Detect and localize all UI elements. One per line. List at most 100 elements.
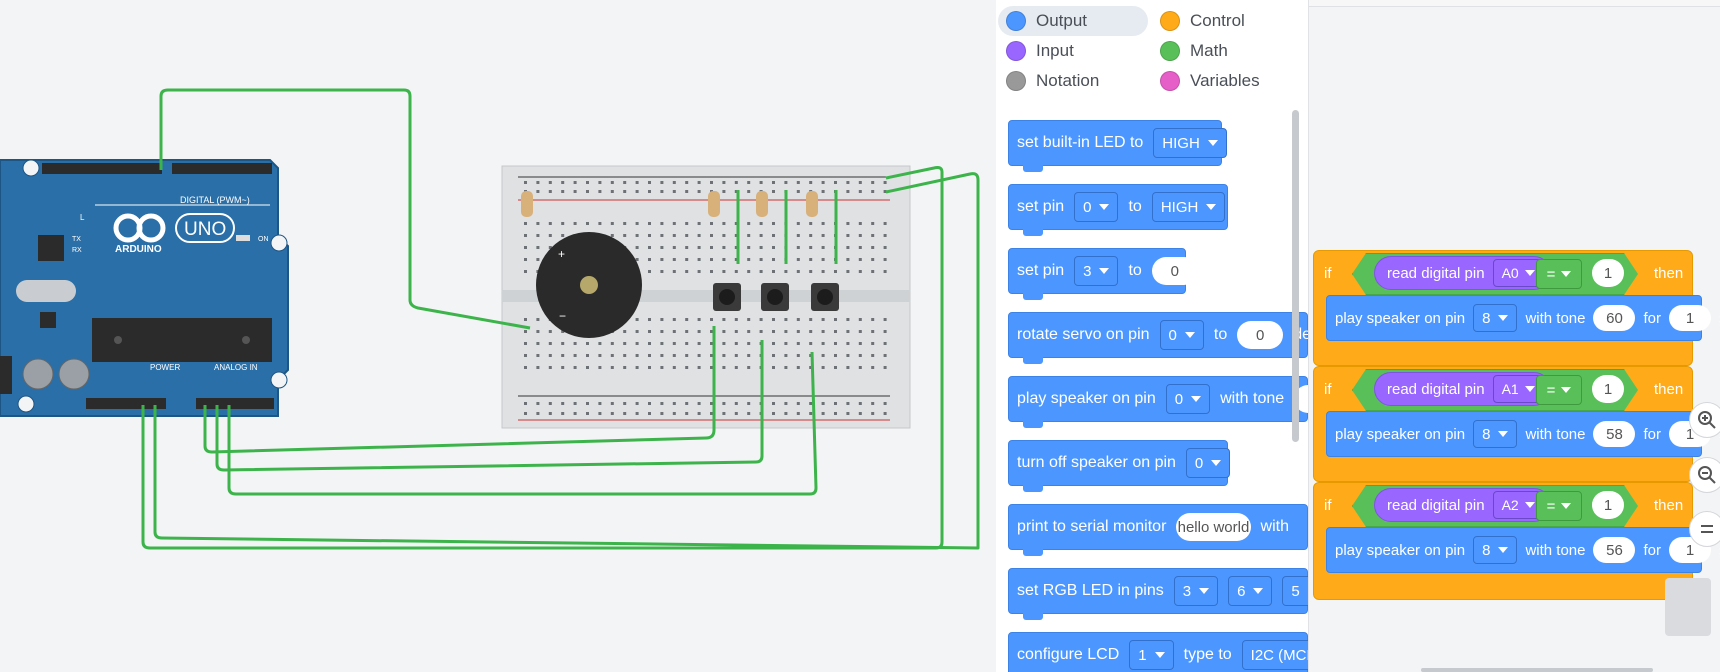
category-input[interactable]: Input (998, 36, 1148, 66)
workspace-scrollbar[interactable] (1421, 668, 1653, 672)
block-print-serial[interactable]: print to serial monitor hello world with (1008, 504, 1308, 556)
zoom-fit-button[interactable] (1689, 511, 1720, 547)
operator-dropdown[interactable]: = (1536, 491, 1582, 521)
block-text: with tone (1220, 390, 1285, 407)
message-input[interactable]: hello world (1176, 513, 1251, 541)
block-play-speaker[interactable]: play speaker on pin 0 with tone 6 (1008, 376, 1308, 428)
compare-value-input[interactable]: 1 (1592, 491, 1624, 519)
if-block[interactable]: if read digital pin A1 = 1 then play spe… (1313, 366, 1720, 482)
zoom-out-button[interactable] (1689, 457, 1720, 493)
level-dropdown[interactable]: HIGH (1153, 128, 1227, 158)
block-set-pin-value[interactable]: set pin 3 to 0 (1008, 248, 1198, 300)
block-text: for (1643, 309, 1661, 327)
circuit-canvas[interactable]: DIGITAL (PWM~) ARDUINO UNO L TX RX ON PO… (0, 0, 996, 672)
duration-input[interactable]: 1 (1669, 305, 1711, 331)
rx-label: RX (72, 247, 82, 254)
input-dot-icon (1006, 41, 1026, 61)
category-notation[interactable]: Notation (998, 66, 1148, 96)
palette-scrollbar[interactable] (1292, 110, 1299, 442)
arduino-brand: ARDUINO (115, 244, 162, 255)
zoom-fit-icon (1701, 525, 1713, 533)
block-text: set RGB LED in pins (1017, 582, 1164, 599)
code-workspace[interactable]: if read digital pin A0 = 1 then play spe… (1308, 0, 1720, 672)
zoom-in-icon (1698, 411, 1716, 429)
play-speaker-block[interactable]: play speaker on pin 8 with tone 58 for 1… (1326, 411, 1720, 457)
play-speaker-block[interactable]: play speaker on pin 8 with tone 56 for 1… (1326, 527, 1720, 573)
compare-value-input[interactable]: 1 (1592, 259, 1624, 287)
output-dot-icon (1006, 11, 1026, 31)
read-digital-pin-block[interactable]: read digital pin A0 (1374, 256, 1551, 290)
block-set-rgb-led[interactable]: set RGB LED in pins 3 6 5 (1008, 568, 1308, 620)
block-text: play speaker on pin (1335, 425, 1466, 443)
tone-input[interactable]: 58 (1593, 421, 1636, 447)
then-label: then (1654, 380, 1684, 398)
operator-dropdown[interactable]: = (1536, 259, 1582, 289)
variables-dot-icon (1160, 71, 1180, 91)
block-text: set built-in LED to (1017, 134, 1144, 151)
trash-can-icon[interactable] (1665, 578, 1711, 636)
block-text: with tone (1525, 425, 1586, 443)
svg-text:+: + (558, 247, 565, 261)
pin-dropdown[interactable]: 0 (1074, 192, 1119, 222)
pin-dropdown[interactable]: 0 (1159, 320, 1204, 350)
value-input[interactable]: 0 (1151, 257, 1198, 285)
lcd-type-dropdown[interactable]: I2C (MCP2 (1241, 640, 1308, 670)
tone-input[interactable]: 60 (1593, 305, 1636, 331)
pin-dropdown[interactable]: 8 (1473, 420, 1518, 448)
block-text: play speaker on pin (1335, 541, 1466, 559)
on-label: ON (258, 236, 269, 243)
red-pin-dropdown[interactable]: 3 (1173, 576, 1219, 606)
arduino-uno-board[interactable]: DIGITAL (PWM~) ARDUINO UNO L TX RX ON PO… (0, 159, 289, 417)
math-dot-icon (1160, 41, 1180, 61)
block-list: set built-in LED to HIGH set pin 0 to HI… (996, 110, 1308, 672)
block-rotate-servo[interactable]: rotate servo on pin 0 to 0 degre (1008, 312, 1308, 364)
block-text: for (1643, 425, 1661, 443)
play-speaker-block[interactable]: play speaker on pin 8 with tone 60 for 1… (1326, 295, 1720, 341)
blue-pin-dropdown[interactable]: 5 (1282, 576, 1308, 606)
read-digital-pin-block[interactable]: read digital pin A2 (1374, 488, 1551, 522)
block-set-builtin-led[interactable]: set built-in LED to HIGH (1008, 120, 1227, 172)
angle-input[interactable]: 0 (1237, 321, 1284, 349)
zoom-in-button[interactable] (1689, 402, 1720, 438)
block-text: rotate servo on pin (1017, 326, 1150, 343)
category-control[interactable]: Control (1152, 6, 1302, 36)
push-buttons[interactable] (713, 283, 839, 311)
category-label: Variables (1190, 71, 1260, 90)
block-configure-lcd[interactable]: configure LCD 1 type to I2C (MCP2 (1008, 632, 1308, 672)
tx-label: TX (72, 236, 81, 243)
category-variables[interactable]: Variables (1152, 66, 1302, 96)
zoom-out-icon (1698, 466, 1716, 484)
arduino-model: UNO (184, 219, 226, 240)
compare-value-input[interactable]: 1 (1592, 375, 1624, 403)
block-text: to (1213, 326, 1228, 343)
pin-dropdown[interactable]: 3 (1074, 256, 1119, 286)
category-label: Math (1190, 41, 1228, 60)
svg-text:−: − (559, 309, 566, 323)
category-output[interactable]: Output (998, 6, 1148, 36)
if-block[interactable]: if read digital pin A2 = 1 then play spe… (1313, 482, 1720, 600)
block-set-pin-level[interactable]: set pin 0 to HIGH (1008, 184, 1228, 236)
pin-dropdown[interactable]: 0 (1185, 448, 1231, 478)
read-digital-pin-block[interactable]: read digital pin A1 (1374, 372, 1551, 406)
if-label: if (1324, 380, 1332, 398)
level-dropdown[interactable]: HIGH (1151, 192, 1226, 222)
notation-dot-icon (1006, 71, 1026, 91)
green-pin-dropdown[interactable]: 6 (1228, 576, 1273, 606)
category-label: Control (1190, 11, 1245, 30)
block-text: play speaker on pin (1335, 309, 1466, 327)
if-block[interactable]: if read digital pin A0 = 1 then play spe… (1313, 250, 1720, 366)
pin-dropdown[interactable]: 8 (1473, 304, 1518, 332)
block-text: read digital pin (1387, 264, 1485, 282)
piezo-buzzer[interactable]: + − (536, 232, 642, 338)
block-text: set pin (1017, 198, 1065, 215)
category-math[interactable]: Math (1152, 36, 1302, 66)
category-label: Output (1036, 11, 1088, 30)
tone-input[interactable]: 56 (1593, 537, 1636, 563)
block-text: play speaker on pin (1017, 390, 1156, 407)
block-turn-off-speaker[interactable]: turn off speaker on pin 0 (1008, 440, 1231, 492)
pin-dropdown[interactable]: 8 (1473, 536, 1518, 564)
operator-dropdown[interactable]: = (1536, 375, 1582, 405)
block-text: with tone (1525, 541, 1586, 559)
lcd-dropdown[interactable]: 1 (1129, 640, 1174, 670)
pin-dropdown[interactable]: 0 (1165, 384, 1211, 414)
